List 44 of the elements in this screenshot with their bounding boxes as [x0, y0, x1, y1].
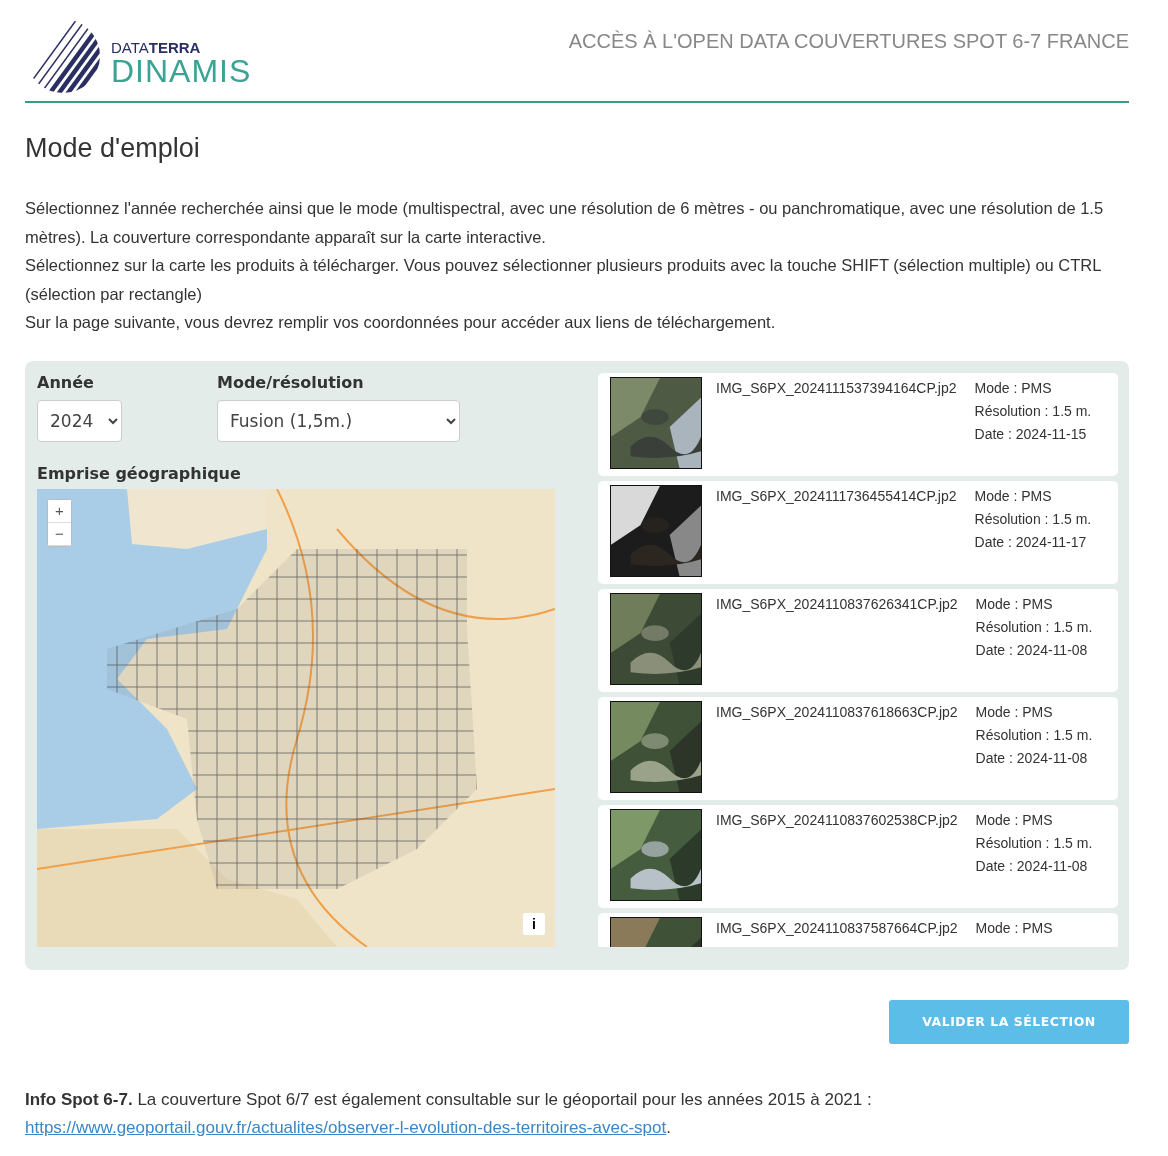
product-card[interactable]: IMG_S6PX_2024111537394164CP.jp2 Mode : PMS Résolution : 1.5 m. Date : 2024-11-15: [598, 372, 1118, 476]
file-name: IMG_S6PX_2024110837618663CP.jp2: [716, 702, 958, 722]
zoom-in-button[interactable]: +: [48, 499, 71, 523]
product-card[interactable]: IMG_S6PX_2024110837587664CP.jp2 Mode : PMS: [598, 912, 1118, 947]
product-card[interactable]: IMG_S6PX_2024111736455414CP.jp2 Mode : PMS Résolution : 1.5 m. Date : 2024-11-17: [598, 480, 1118, 584]
resolution-text: Résolution : 1.5 m.: [975, 833, 1093, 853]
resolution-text: Résolution : 1.5 m.: [975, 617, 1093, 637]
instruction-text: Sélectionnez sur la carte les produits à télécharger. Vous pouvez sélectionner plusieurs produits avec la touche SHIFT (sélection multiple) ou CTRL (sélection par rectangle): [25, 255, 1102, 305]
date-text: Date : 2024-11-08: [975, 640, 1089, 660]
map-label: Emprise géographique: [37, 463, 242, 483]
year-select[interactable]: 2024: [37, 399, 122, 442]
product-card[interactable]: IMG_S6PX_2024110837618663CP.jp2 Mode : PMS Résolution : 1.5 m. Date : 2024-11-08: [598, 696, 1118, 800]
geoportail-link[interactable]: https://www.geoportail.gouv.fr/actualites/observer-l-evolution-des-territoires-avec-spot: [25, 1117, 667, 1137]
site-title: ACCÈS À L'OPEN DATA COUVERTURES SPOT 6-7 FRANCE: [568, 30, 1129, 54]
resolution-text: Résolution : 1.5 m.: [974, 401, 1092, 421]
resolution-text: Résolution : 1.5 m.: [974, 509, 1092, 529]
file-name: IMG_S6PX_2024110837587664CP.jp2: [716, 918, 958, 938]
year-label: Année: [37, 372, 95, 392]
date-text: Date : 2024-11-08: [975, 748, 1089, 768]
date-text: Date : 2024-11-17: [974, 532, 1088, 552]
resolution-text: Résolution : 1.5 m.: [975, 725, 1093, 745]
date-text: Date : 2024-11-08: [975, 856, 1089, 876]
info-text: Info Spot 6-7. La couverture Spot 6/7 est également consultable sur le géoportail pour les années 2015 à 2021 : https://www.geoportail.gouv.fr/actualites/observer-l-evolution-des-territoires-avec-spot.: [25, 1088, 873, 1139]
mode-label: Mode/résolution: [217, 372, 365, 392]
instruction-text: Sur la page suivante, vous devrez remplir vos coordonnées pour accéder aux liens de téléchargement.: [25, 312, 777, 333]
mode-text: Mode : PMS: [975, 702, 1054, 722]
date-text: Date : 2024-11-15: [974, 424, 1088, 444]
file-name: IMG_S6PX_2024111537394164CP.jp2: [716, 378, 957, 398]
file-name: IMG_S6PX_2024111736455414CP.jp2: [716, 486, 957, 506]
instruction-text: Sélectionnez l'année recherchée ainsi que le mode (multispectral, avec une résolution de 6 mètres - ou panchromatique, avec une résolution de 1.5 mètres). La couverture correspondante apparaît sur la carte interactive.: [25, 198, 1105, 248]
mode-text: Mode : PMS: [975, 918, 1053, 938]
file-name: IMG_S6PX_2024110837626341CP.jp2: [716, 594, 958, 614]
info-button[interactable]: i: [523, 912, 545, 935]
product-card[interactable]: IMG_S6PX_2024110837602538CP.jp2 Mode : PMS Résolution : 1.5 m. Date : 2024-11-08: [598, 804, 1118, 908]
product-card[interactable]: IMG_S6PX_2024110837626341CP.jp2 Mode : PMS Résolution : 1.5 m. Date : 2024-11-08: [598, 588, 1118, 692]
logo-title: DINAMIS: [111, 54, 252, 87]
mode-text: Mode : PMS: [974, 486, 1053, 506]
mode-text: Mode : PMS: [975, 594, 1054, 614]
mode-text: Mode : PMS: [975, 810, 1054, 830]
page-heading: Mode d'emploi: [25, 133, 201, 164]
file-name: IMG_S6PX_2024110837602538CP.jp2: [716, 810, 958, 830]
logo-wordmark: DATATERRA: [111, 39, 202, 55]
mode-select[interactable]: Fusion (1,5m.): [217, 399, 460, 442]
mode-text: Mode : PMS: [974, 378, 1053, 398]
